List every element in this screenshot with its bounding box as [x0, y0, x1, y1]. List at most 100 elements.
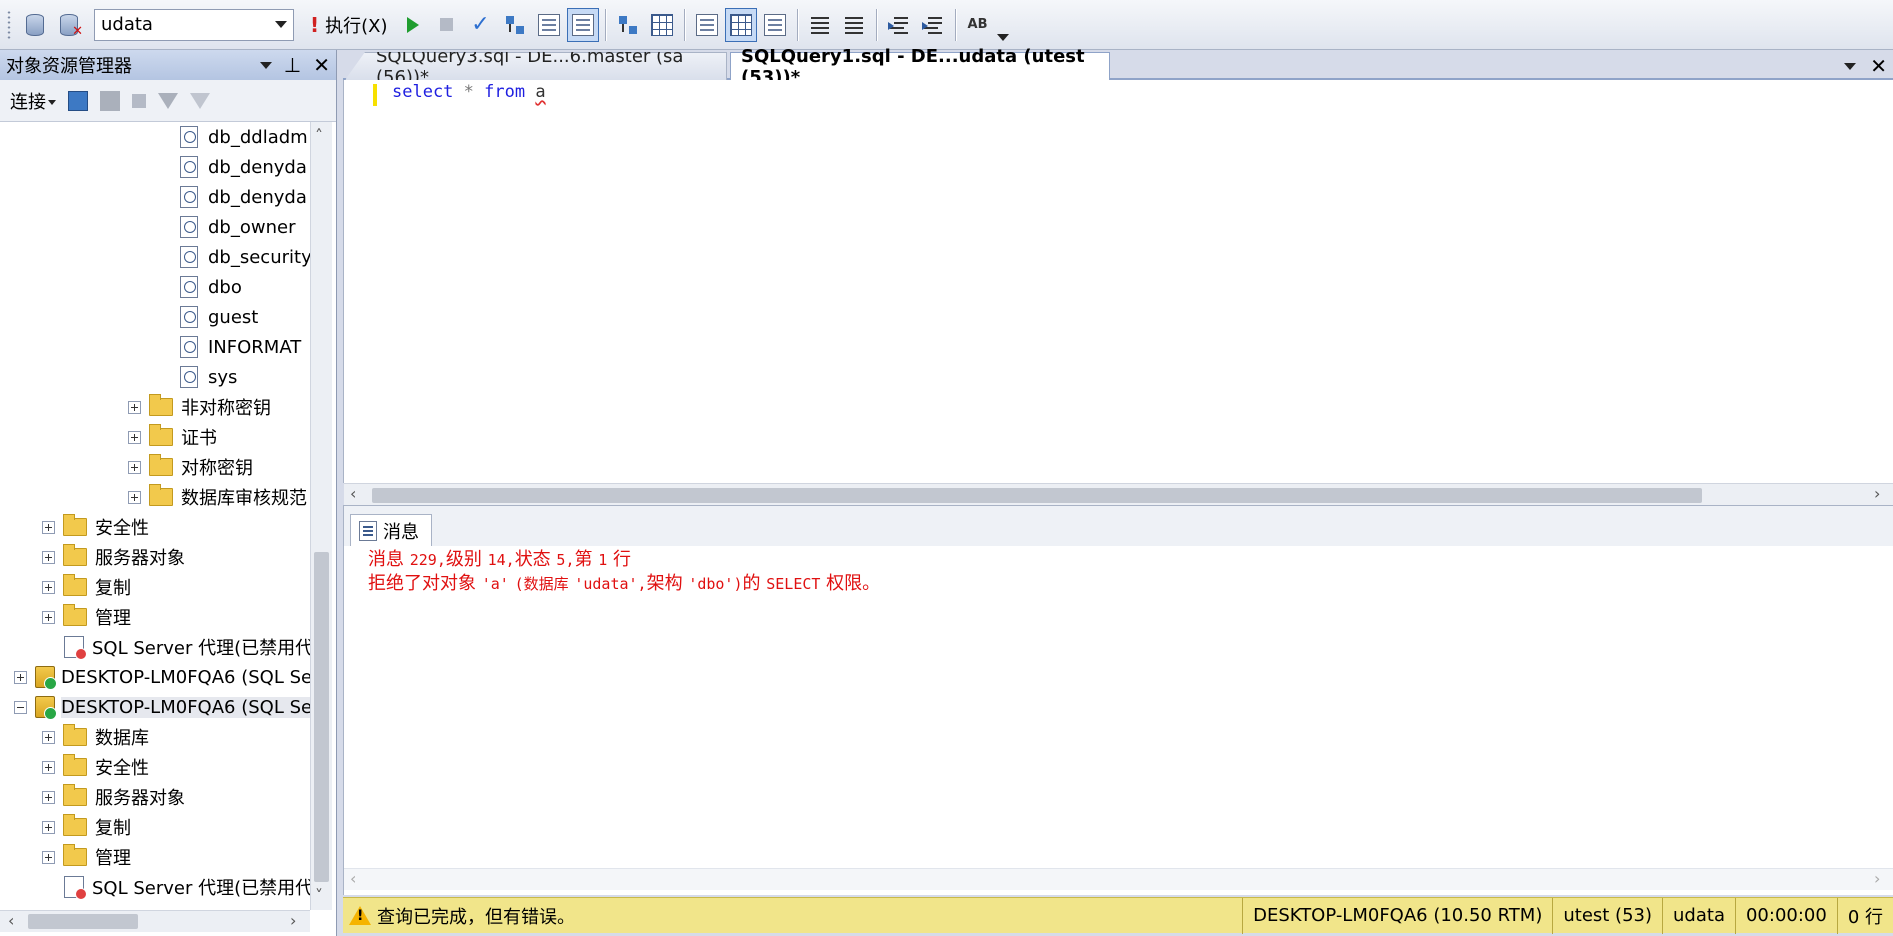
msg-text: 状态: [514, 549, 551, 570]
disconnect-db-button[interactable]: [53, 8, 85, 42]
toolbar-separator: [796, 8, 798, 41]
tree-node-folder[interactable]: 服务器对象: [42, 542, 185, 572]
tree-horizontal-scrollbar[interactable]: ‹ ›: [0, 910, 310, 932]
query-designer-button[interactable]: [533, 8, 565, 42]
scroll-left-icon[interactable]: ‹: [350, 869, 356, 888]
debug-button[interactable]: [397, 8, 429, 42]
scroll-right-icon[interactable]: ›: [1874, 869, 1880, 888]
tree-node-folder[interactable]: 证书: [128, 422, 217, 452]
scroll-left-icon[interactable]: ‹: [350, 484, 356, 503]
editor-horizontal-scrollbar[interactable]: ‹ ›: [344, 483, 1893, 505]
expand-icon[interactable]: [42, 850, 55, 864]
results-horizontal-scrollbar[interactable]: ‹ ›: [344, 868, 1893, 890]
tree-node-agent[interactable]: SQL Server 代理(已禁用代: [64, 872, 310, 902]
tab-sqlquery3[interactable]: SQLQuery3.sql - DE...6.master (sa (56))*: [345, 52, 727, 80]
tree-node-folder[interactable]: 服务器对象: [42, 782, 185, 812]
tab-messages[interactable]: 消息: [350, 514, 432, 546]
tree-node-folder[interactable]: 对称密钥: [128, 452, 253, 482]
tree-node-folder[interactable]: 管理: [42, 842, 131, 872]
tree-vertical-scrollbar[interactable]: ˄ ˅: [310, 122, 332, 910]
expand-icon[interactable]: [42, 610, 55, 624]
expand-icon[interactable]: [42, 790, 55, 804]
display-estimated-plan-button[interactable]: [499, 8, 531, 42]
tree-node-schema[interactable]: db_denyda: [180, 182, 307, 212]
tree-node-folder[interactable]: 复制: [42, 812, 131, 842]
expand-icon[interactable]: [128, 490, 141, 504]
expand-icon[interactable]: [128, 430, 141, 444]
parse-button[interactable]: ✓: [465, 8, 497, 42]
msg-text: 行: [612, 549, 631, 570]
tree-node-schema[interactable]: sys: [180, 362, 237, 392]
refresh-icon[interactable]: [190, 92, 210, 109]
query-editor[interactable]: select * from a ‹ ›: [343, 80, 1893, 505]
close-icon[interactable]: ✕: [313, 53, 330, 77]
scroll-left-icon[interactable]: ‹: [8, 911, 14, 930]
disconnect-icon[interactable]: [100, 90, 120, 111]
expand-icon[interactable]: [42, 580, 55, 594]
expand-icon[interactable]: [42, 550, 55, 564]
code-line[interactable]: select * from a: [392, 82, 546, 102]
tab-sqlquery1[interactable]: SQLQuery1.sql - DE...udata (utest (53))*: [730, 46, 1110, 88]
scrollbar-thumb[interactable]: [372, 488, 1702, 503]
msg-number: 229,: [409, 551, 446, 569]
connect-db-button[interactable]: [19, 8, 51, 42]
scrollbar-thumb[interactable]: [28, 914, 138, 929]
toolbar-overflow-button[interactable]: [995, 3, 1011, 47]
active-files-dropdown[interactable]: [1844, 62, 1857, 70]
tree-node-folder[interactable]: 管理: [42, 602, 131, 632]
tree-node-schema[interactable]: guest: [180, 302, 258, 332]
expand-icon[interactable]: [128, 400, 141, 414]
results-to-file-button[interactable]: [566, 7, 599, 42]
tree-node-server-selected[interactable]: DESKTOP-LM0FQA6 (SQL Se: [14, 692, 310, 722]
expand-icon[interactable]: [42, 520, 55, 534]
pin-icon[interactable]: ⊥: [284, 53, 301, 77]
schema-icon: [180, 246, 198, 268]
filter-icon[interactable]: [158, 92, 178, 109]
scroll-right-icon[interactable]: ›: [290, 911, 296, 930]
tree-node-schema[interactable]: dbo: [180, 272, 242, 302]
tree-node-agent[interactable]: SQL Server 代理(已禁用代: [64, 632, 310, 662]
expand-icon[interactable]: [42, 730, 55, 744]
scroll-right-icon[interactable]: ›: [1874, 484, 1880, 503]
available-databases-select[interactable]: udata: [94, 8, 294, 41]
scroll-up-icon[interactable]: ˄: [315, 126, 323, 145]
expand-icon[interactable]: [42, 760, 55, 774]
tree-node-server[interactable]: DESKTOP-LM0FQA6 (SQL Se: [14, 662, 310, 692]
tree-node-schema[interactable]: INFORMAT: [180, 332, 301, 362]
comment-lines-button[interactable]: [804, 8, 836, 42]
tree-node-folder[interactable]: 安全性: [42, 512, 149, 542]
tree-node-schema[interactable]: db_owner: [180, 212, 295, 242]
toolbar-grip[interactable]: [6, 9, 12, 40]
uncomment-lines-button[interactable]: [838, 8, 870, 42]
results-to-file-alt-button[interactable]: [759, 8, 791, 42]
tree-node-folder[interactable]: 数据库: [42, 722, 149, 752]
tree-node-folder[interactable]: 非对称密钥: [128, 392, 271, 422]
tree-node-schema[interactable]: db_ddladm: [180, 122, 308, 152]
specify-template-values-button[interactable]: AB: [962, 8, 994, 42]
expand-icon[interactable]: [42, 820, 55, 834]
client-statistics-button[interactable]: [646, 8, 678, 42]
increase-indent-button[interactable]: [917, 8, 949, 42]
tree-node-schema[interactable]: db_denyda: [180, 152, 307, 182]
execute-button[interactable]: ! 执行(X): [302, 8, 396, 42]
include-actual-plan-button[interactable]: [612, 8, 644, 42]
scroll-down-icon[interactable]: ˅: [315, 886, 323, 905]
stop-icon[interactable]: [132, 93, 146, 108]
connect-dropdown-button[interactable]: 连接: [10, 88, 56, 114]
tree-node-folder[interactable]: 安全性: [42, 752, 149, 782]
close-icon[interactable]: ✕: [1870, 54, 1887, 78]
results-to-text-button[interactable]: [691, 8, 723, 42]
cancel-query-button[interactable]: [431, 8, 463, 42]
decrease-indent-button[interactable]: [883, 8, 915, 42]
expand-icon[interactable]: [14, 670, 27, 684]
results-to-grid-button[interactable]: [724, 7, 757, 42]
results-tabbar: 消息: [344, 506, 1893, 546]
connect-object-explorer-icon[interactable]: [68, 90, 88, 111]
collapse-icon[interactable]: [14, 700, 27, 714]
tree-node-folder[interactable]: 复制: [42, 572, 131, 602]
tree-node-schema[interactable]: db_security: [180, 242, 310, 272]
tree-node-folder[interactable]: 数据库审核规范: [128, 482, 307, 512]
window-position-dropdown[interactable]: [259, 61, 272, 69]
scrollbar-thumb[interactable]: [314, 552, 329, 882]
expand-icon[interactable]: [128, 460, 141, 474]
